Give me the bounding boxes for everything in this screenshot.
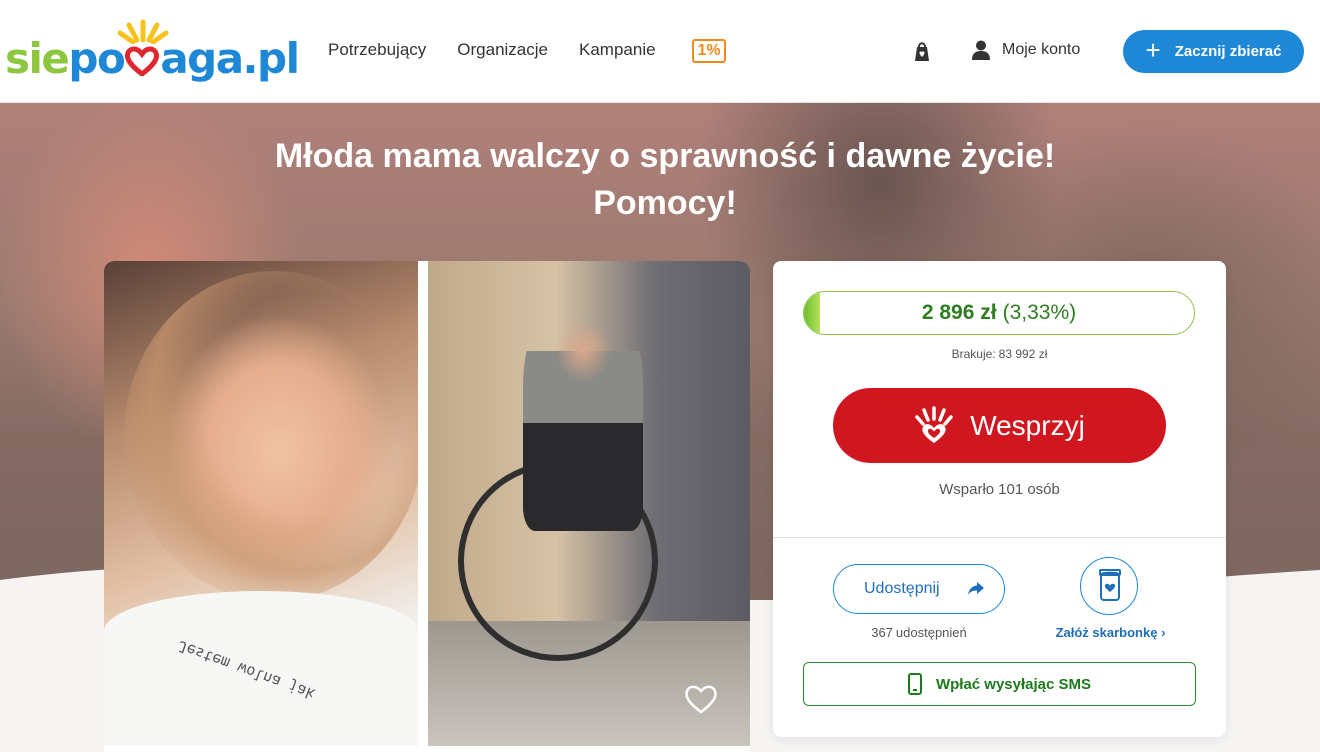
share-arrow-icon xyxy=(968,582,984,595)
piggy-bank-label: Załóż skarbonkę xyxy=(1055,625,1158,640)
shares-count: 367 udostępnień xyxy=(833,625,1005,640)
piggy-bank-button[interactable] xyxy=(1080,557,1138,615)
progress-text: 2 896 zł (3,33%) xyxy=(804,292,1194,334)
start-fundraiser-label: Zacznij zbierać xyxy=(1174,43,1282,60)
share-button[interactable]: Udostępnij xyxy=(833,564,1005,614)
piggy-jar-icon xyxy=(1099,569,1121,601)
start-fundraiser-button[interactable]: + Zacznij zbierać xyxy=(1123,30,1304,73)
shares-count-value: 367 xyxy=(871,625,893,640)
phone-icon xyxy=(907,673,922,695)
sms-donate-button[interactable]: Wpłać wysyłając SMS xyxy=(803,662,1196,706)
photo-wheelchair xyxy=(428,261,750,746)
nav-item-kampanie[interactable]: Kampanie xyxy=(579,40,656,60)
photo-portrait: Jestem wolna jak xyxy=(104,261,418,746)
nav-item-organizacje[interactable]: Organizacje xyxy=(457,40,548,60)
supporters-count: Wsparło 101 osób xyxy=(773,481,1226,498)
raised-percent: (3,33%) xyxy=(1002,301,1077,324)
donate-button[interactable]: Wesprzyj xyxy=(833,388,1166,463)
campaign-title: Młoda mama walczy o sprawność i dawne ży… xyxy=(160,133,1170,227)
raised-amount: 2 896 zł xyxy=(921,301,997,324)
main-nav: Potrzebujący Organizacje Kampanie xyxy=(328,40,656,60)
sms-donate-label: Wpłać wysyłając SMS xyxy=(935,675,1092,693)
donate-label: Wesprzyj xyxy=(970,409,1085,441)
supporters-value: 101 osób xyxy=(998,481,1060,498)
account-label: Moje konto xyxy=(1002,41,1081,58)
heart-logo-icon xyxy=(125,46,160,78)
supporters-label: Wsparło xyxy=(939,481,995,498)
piggy-bank-link[interactable]: Załóż skarbonkę › xyxy=(1043,625,1178,640)
progress-bar: 2 896 zł (3,33%) xyxy=(803,291,1195,335)
site-header: siepo aga.pl Potrzebujący Organizacje Kam… xyxy=(0,0,1320,103)
card-divider xyxy=(773,537,1226,538)
heart-hand-icon xyxy=(915,405,953,443)
campaign-photos[interactable]: Jestem wolna jak xyxy=(104,261,750,752)
siepomaga-logo[interactable]: siepo aga.pl xyxy=(5,18,300,88)
heart-outline-icon[interactable] xyxy=(681,679,721,719)
photo-person xyxy=(523,291,643,531)
account-link[interactable]: Moje konto xyxy=(972,40,1080,60)
chevron-right-icon: › xyxy=(1161,625,1166,640)
photos-bottom-strip xyxy=(104,746,750,752)
shares-count-label: udostępnień xyxy=(895,625,967,640)
donation-card: 2 896 zł (3,33%) Brakuje: 83 992 zł Wespr… xyxy=(773,261,1226,737)
missing-value: 83 992 zł xyxy=(998,347,1048,361)
one-percent-link[interactable]: 1% xyxy=(692,39,726,63)
campaign-title-line2: Pomocy! xyxy=(593,184,737,222)
user-icon xyxy=(972,40,990,60)
nav-item-potrzebujacy[interactable]: Potrzebujący xyxy=(328,40,426,60)
shirt-print-text: Jestem wolna jak xyxy=(175,636,318,704)
bag-icon[interactable] xyxy=(913,40,931,62)
photo-portrait-hair xyxy=(124,271,418,601)
missing-amount: Brakuje: 83 992 zł xyxy=(773,347,1226,361)
photo-portrait-shirt: Jestem wolna jak xyxy=(104,591,418,746)
missing-label: Brakuje: xyxy=(951,347,996,361)
logo-wordmark: siepo aga.pl xyxy=(5,34,300,83)
share-label: Udostępnij xyxy=(864,580,940,597)
campaign-title-line1: Młoda mama walczy o sprawność i dawne ży… xyxy=(274,137,1056,175)
plus-icon: + xyxy=(1145,35,1161,65)
